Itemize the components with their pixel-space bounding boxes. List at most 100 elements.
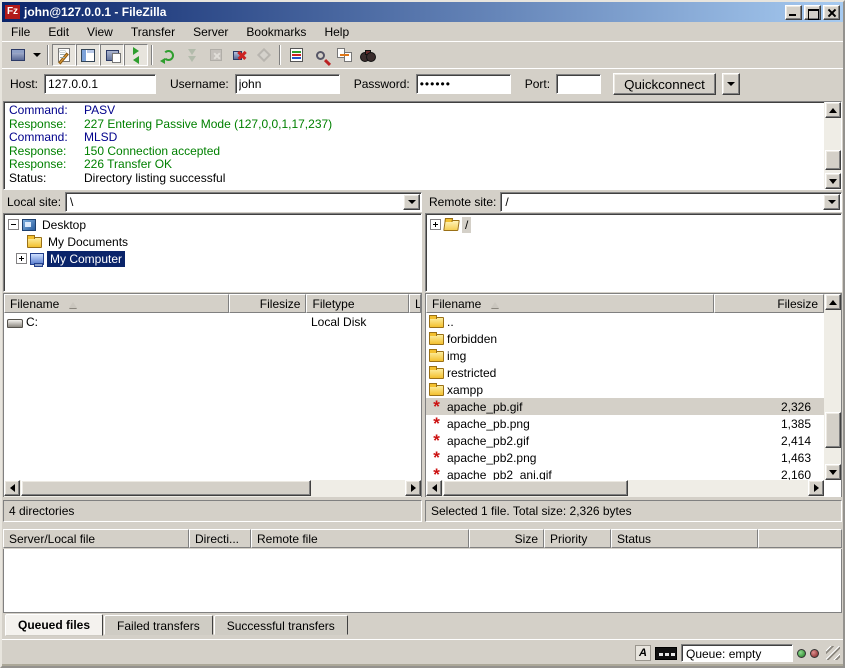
- remote-site-dropdown[interactable]: [823, 194, 840, 210]
- file-row[interactable]: restricted: [426, 364, 824, 381]
- host-input[interactable]: [44, 74, 156, 94]
- scroll-thumb[interactable]: [443, 480, 628, 496]
- column-header-filesize[interactable]: Filesize: [714, 294, 824, 313]
- filename-filters-button[interactable]: [308, 44, 332, 66]
- resize-grip[interactable]: [826, 646, 840, 660]
- column-header-size[interactable]: Size: [469, 529, 544, 548]
- column-header-remote-file[interactable]: Remote file: [251, 529, 469, 548]
- scroll-left-button[interactable]: [4, 480, 20, 496]
- remote-horizontal-scrollbar[interactable]: [426, 480, 824, 497]
- refresh-button[interactable]: [156, 44, 180, 66]
- scroll-right-button[interactable]: [405, 480, 421, 496]
- column-header-filetype[interactable]: Filetype: [306, 294, 409, 313]
- local-site-value: \: [66, 193, 421, 211]
- open-folder-icon: [443, 220, 460, 231]
- file-row[interactable]: xampp: [426, 381, 824, 398]
- column-header-status[interactable]: Status: [611, 529, 758, 548]
- tab-successful-transfers[interactable]: Successful transfers: [214, 615, 348, 635]
- menu-server[interactable]: Server: [184, 23, 237, 41]
- tree-item-desktop[interactable]: Desktop: [8, 216, 421, 233]
- tab-queued-files[interactable]: Queued files: [5, 614, 103, 636]
- remote-vertical-scrollbar[interactable]: [824, 294, 841, 480]
- reconnect-icon: [257, 48, 271, 62]
- speed-limit-indicator-icon: [655, 647, 677, 660]
- tree-item-my-documents[interactable]: My Documents: [8, 233, 421, 250]
- arrow-left-icon: [10, 484, 15, 492]
- scroll-down-button[interactable]: [825, 173, 841, 189]
- toggle-transfer-queue-button[interactable]: [124, 44, 148, 66]
- disk-icon: [7, 319, 23, 328]
- host-label: Host:: [10, 77, 38, 91]
- menu-bar: File Edit View Transfer Server Bookmarks…: [2, 22, 843, 41]
- column-header-last-modified[interactable]: L: [409, 294, 421, 313]
- scroll-up-button[interactable]: [825, 294, 841, 310]
- file-row[interactable]: *apache_pb2.png1,463: [426, 449, 824, 466]
- toggle-message-log-button[interactable]: [52, 44, 76, 66]
- menu-help[interactable]: Help: [315, 23, 358, 41]
- file-row[interactable]: *apache_pb2.gif2,414: [426, 432, 824, 449]
- site-manager-dropdown[interactable]: [30, 44, 44, 66]
- scroll-thumb[interactable]: [21, 480, 311, 496]
- find-files-button[interactable]: [356, 44, 380, 66]
- folder-icon: [429, 334, 444, 345]
- toggle-remote-tree-button[interactable]: [100, 44, 124, 66]
- file-row-c-drive[interactable]: C: Local Disk: [4, 313, 421, 330]
- remote-site-combo[interactable]: /: [500, 192, 842, 212]
- local-file-list: Filename Filesize Filetype L C: Local Di…: [3, 293, 422, 497]
- password-input[interactable]: [416, 74, 511, 94]
- local-site-combo[interactable]: \: [65, 192, 422, 212]
- file-row[interactable]: img: [426, 347, 824, 364]
- expand-icon[interactable]: [16, 253, 27, 264]
- local-horizontal-scrollbar[interactable]: [4, 480, 421, 497]
- collapse-icon[interactable]: [8, 219, 19, 230]
- column-header-direction[interactable]: Directi...: [189, 529, 251, 548]
- username-input[interactable]: [235, 74, 340, 94]
- activity-led-red: [810, 649, 819, 658]
- file-row[interactable]: *apache_pb2_ani.gif2,160: [426, 466, 824, 480]
- menu-edit[interactable]: Edit: [39, 23, 78, 41]
- column-header-server-local-file[interactable]: Server/Local file: [3, 529, 189, 548]
- port-input[interactable]: [556, 74, 601, 94]
- expand-icon[interactable]: [430, 219, 441, 230]
- reconnect-button[interactable]: [252, 44, 276, 66]
- scroll-up-button[interactable]: [825, 102, 841, 118]
- file-row[interactable]: forbidden: [426, 330, 824, 347]
- process-queue-button[interactable]: [180, 44, 204, 66]
- window-title: john@127.0.0.1 - FileZilla: [24, 5, 783, 19]
- menu-bookmarks[interactable]: Bookmarks: [237, 23, 315, 41]
- menu-file[interactable]: File: [2, 23, 39, 41]
- synchronized-browsing-button[interactable]: [332, 44, 356, 66]
- menu-view[interactable]: View: [78, 23, 122, 41]
- quickconnect-dropdown[interactable]: [722, 73, 740, 95]
- maximize-button[interactable]: [804, 5, 821, 20]
- toggle-local-tree-button[interactable]: [76, 44, 100, 66]
- column-header-filename[interactable]: Filename: [4, 294, 229, 313]
- scroll-right-button[interactable]: [808, 480, 824, 496]
- scroll-left-button[interactable]: [426, 480, 442, 496]
- tree-item-root[interactable]: /: [430, 216, 841, 233]
- scroll-thumb[interactable]: [825, 150, 841, 170]
- close-button[interactable]: [823, 5, 840, 20]
- file-row[interactable]: ..: [426, 313, 824, 330]
- menu-transfer[interactable]: Transfer: [122, 23, 184, 41]
- minimize-button[interactable]: [785, 5, 802, 20]
- column-header-priority[interactable]: Priority: [544, 529, 611, 548]
- column-header-filesize[interactable]: Filesize: [229, 294, 307, 313]
- column-header-filename[interactable]: Filename: [426, 294, 714, 313]
- cancel-operation-button[interactable]: [204, 44, 228, 66]
- file-row[interactable]: *apache_pb.png1,385: [426, 415, 824, 432]
- tree-item-my-computer[interactable]: My Computer: [8, 250, 421, 267]
- cancel-icon: [210, 49, 222, 61]
- log-vertical-scrollbar[interactable]: [824, 102, 841, 189]
- scroll-thumb[interactable]: [825, 412, 841, 448]
- column-header-filler: [758, 529, 842, 548]
- disconnect-button[interactable]: [228, 44, 252, 66]
- local-site-dropdown[interactable]: [403, 194, 420, 210]
- chevron-down-icon: [408, 200, 416, 204]
- tab-failed-transfers[interactable]: Failed transfers: [104, 615, 213, 635]
- directory-comparison-button[interactable]: [284, 44, 308, 66]
- scroll-down-button[interactable]: [825, 464, 841, 480]
- site-manager-button[interactable]: [6, 44, 30, 66]
- quickconnect-button[interactable]: Quickconnect: [613, 73, 716, 95]
- file-row-selected[interactable]: *apache_pb.gif2,326: [426, 398, 824, 415]
